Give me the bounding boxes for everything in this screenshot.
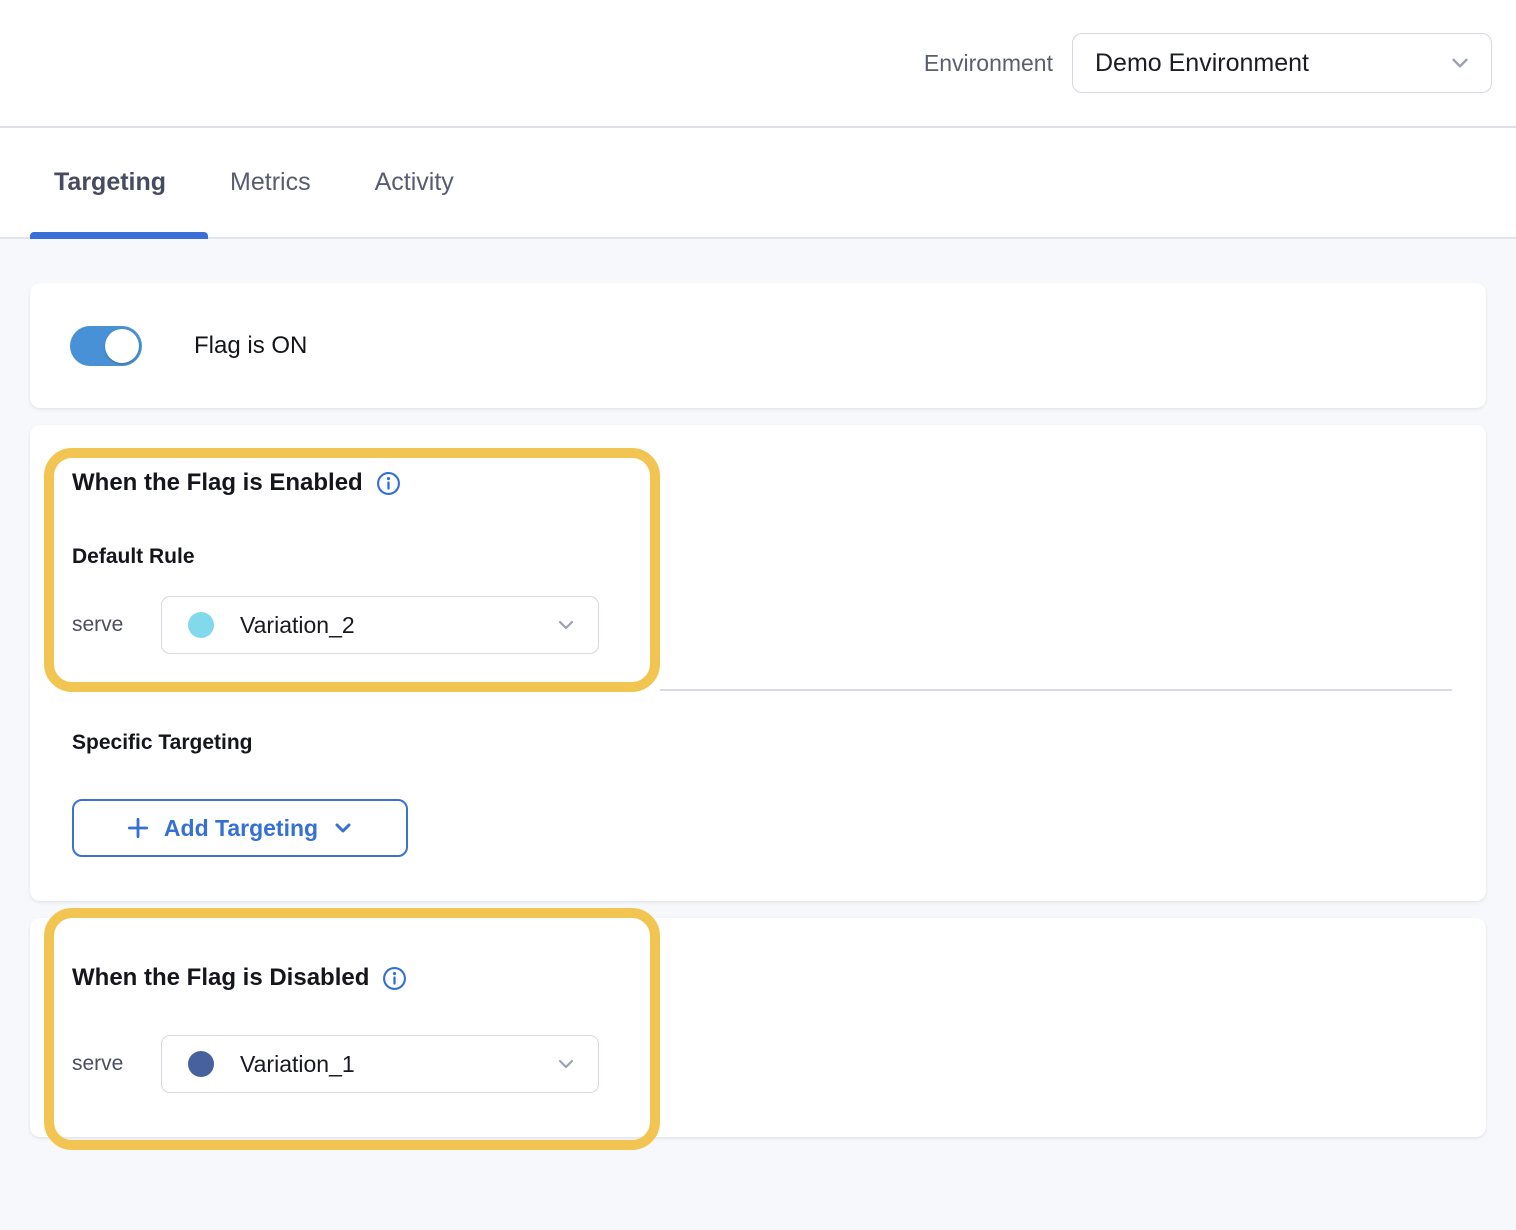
variation-select-enabled[interactable]: Variation_2: [161, 596, 599, 654]
chevron-down-icon: [1447, 50, 1473, 76]
environment-select-value: Demo Environment: [1095, 49, 1447, 78]
tab-activity[interactable]: Activity: [375, 168, 454, 197]
chevron-down-icon: [331, 816, 355, 840]
environment-label: Environment: [924, 50, 1053, 77]
section-divider: [660, 689, 1452, 691]
highlight-ring-disabled: [44, 908, 660, 1150]
flag-enabled-card: When the Flag is Enabled Default Rule se…: [30, 425, 1486, 901]
disabled-section-title: When the Flag is Disabled: [72, 964, 369, 992]
default-rule-serve-row: serve Variation_2: [72, 596, 599, 654]
variation-select-disabled[interactable]: Variation_1: [161, 1035, 599, 1093]
info-icon[interactable]: [376, 471, 401, 496]
active-tab-underline: [30, 232, 208, 239]
tab-targeting[interactable]: Targeting: [54, 168, 166, 197]
chevron-down-icon: [554, 1052, 578, 1076]
variation-color-dot: [188, 1051, 214, 1077]
add-targeting-label: Add Targeting: [164, 815, 318, 842]
enabled-section-title: When the Flag is Enabled: [72, 469, 363, 497]
tab-bar: Targeting Metrics Activity: [0, 128, 1516, 239]
flag-status-card: Flag is ON: [30, 283, 1486, 408]
flag-toggle-knob: [105, 329, 139, 363]
tab-metrics[interactable]: Metrics: [230, 168, 311, 197]
variation-select-value: Variation_2: [240, 612, 554, 639]
flag-toggle[interactable]: [70, 326, 142, 366]
info-icon[interactable]: [382, 966, 407, 991]
serve-label: serve: [72, 613, 161, 637]
serve-label: serve: [72, 1052, 161, 1076]
add-targeting-button[interactable]: Add Targeting: [72, 799, 408, 857]
feature-flag-page: Environment Demo Environment Targeting M…: [0, 0, 1516, 1230]
disabled-serve-row: serve Variation_1: [72, 1035, 599, 1093]
plus-icon: [125, 815, 151, 841]
flag-status-label: Flag is ON: [194, 332, 307, 360]
variation-select-value: Variation_1: [240, 1051, 554, 1078]
specific-targeting-label: Specific Targeting: [72, 731, 252, 755]
chevron-down-icon: [554, 613, 578, 637]
page-header: Environment Demo Environment: [0, 0, 1516, 128]
flag-disabled-card: When the Flag is Disabled serve Variatio…: [30, 918, 1486, 1137]
variation-color-dot: [188, 612, 214, 638]
default-rule-label: Default Rule: [72, 545, 195, 569]
environment-select[interactable]: Demo Environment: [1072, 33, 1492, 93]
